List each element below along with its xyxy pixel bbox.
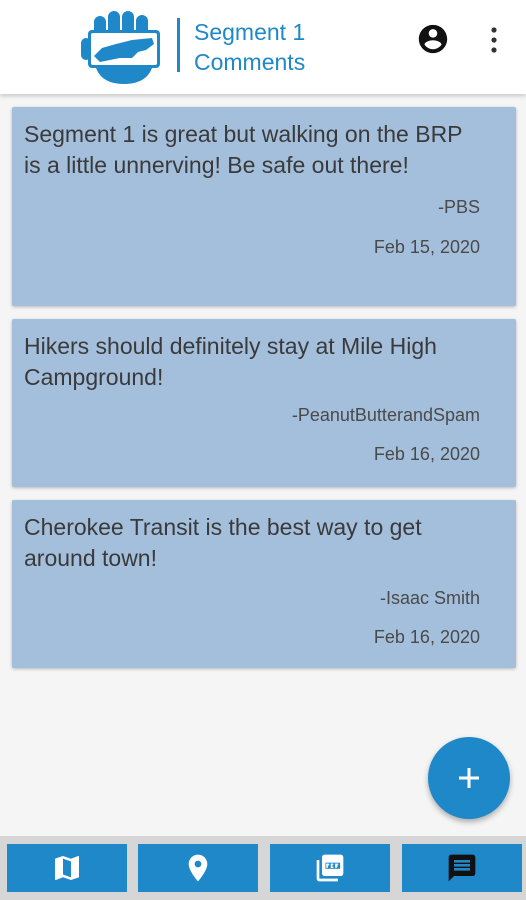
- comment-date: Feb 15, 2020: [373, 237, 480, 257]
- comment-date: Feb 16, 2020: [373, 627, 480, 647]
- comment-date: Feb 16, 2020: [373, 444, 480, 464]
- plus-icon: [459, 768, 479, 788]
- title-line-2: Comments: [194, 49, 306, 75]
- nav-pdf-button[interactable]: [270, 844, 390, 892]
- comment-card[interactable]: Segment 1 is great but walking on the BR…: [12, 107, 516, 306]
- comment-author: -PBS: [437, 197, 480, 217]
- page-title: Segment 1 Comments: [194, 17, 305, 77]
- map-icon: [55, 856, 79, 880]
- bottom-nav: [0, 836, 526, 900]
- account-circle-icon[interactable]: [416, 22, 450, 56]
- title-line-1: Segment 1: [194, 19, 306, 45]
- comment-text: Segment 1 is great but walking on the BR…: [24, 121, 463, 178]
- add-comment-button[interactable]: [428, 737, 510, 819]
- pdf-icon: [316, 854, 344, 882]
- more-vert-icon[interactable]: [482, 24, 506, 56]
- comment-card[interactable]: Hikers should definitely stay at Mile Hi…: [12, 319, 516, 487]
- app-bar: Segment 1 Comments: [0, 0, 526, 94]
- comment-author: -Isaac Smith: [379, 588, 480, 608]
- comment-icon: [448, 854, 476, 882]
- comment-text: Hikers should definitely stay at Mile Hi…: [24, 333, 437, 390]
- nc-map-hand-logo: [81, 11, 160, 84]
- comment-card[interactable]: Cherokee Transit is the best way to get …: [12, 500, 516, 668]
- comments-list: Segment 1 is great but walking on the BR…: [12, 107, 516, 681]
- nav-location-button[interactable]: [138, 844, 258, 892]
- location-pin-icon: [188, 854, 208, 882]
- comment-author: -PeanutButterandSpam: [291, 405, 480, 425]
- title-divider: [177, 18, 180, 72]
- nav-map-button[interactable]: [7, 844, 127, 892]
- nav-comments-button[interactable]: [402, 844, 522, 892]
- comment-text: Cherokee Transit is the best way to get …: [24, 514, 422, 571]
